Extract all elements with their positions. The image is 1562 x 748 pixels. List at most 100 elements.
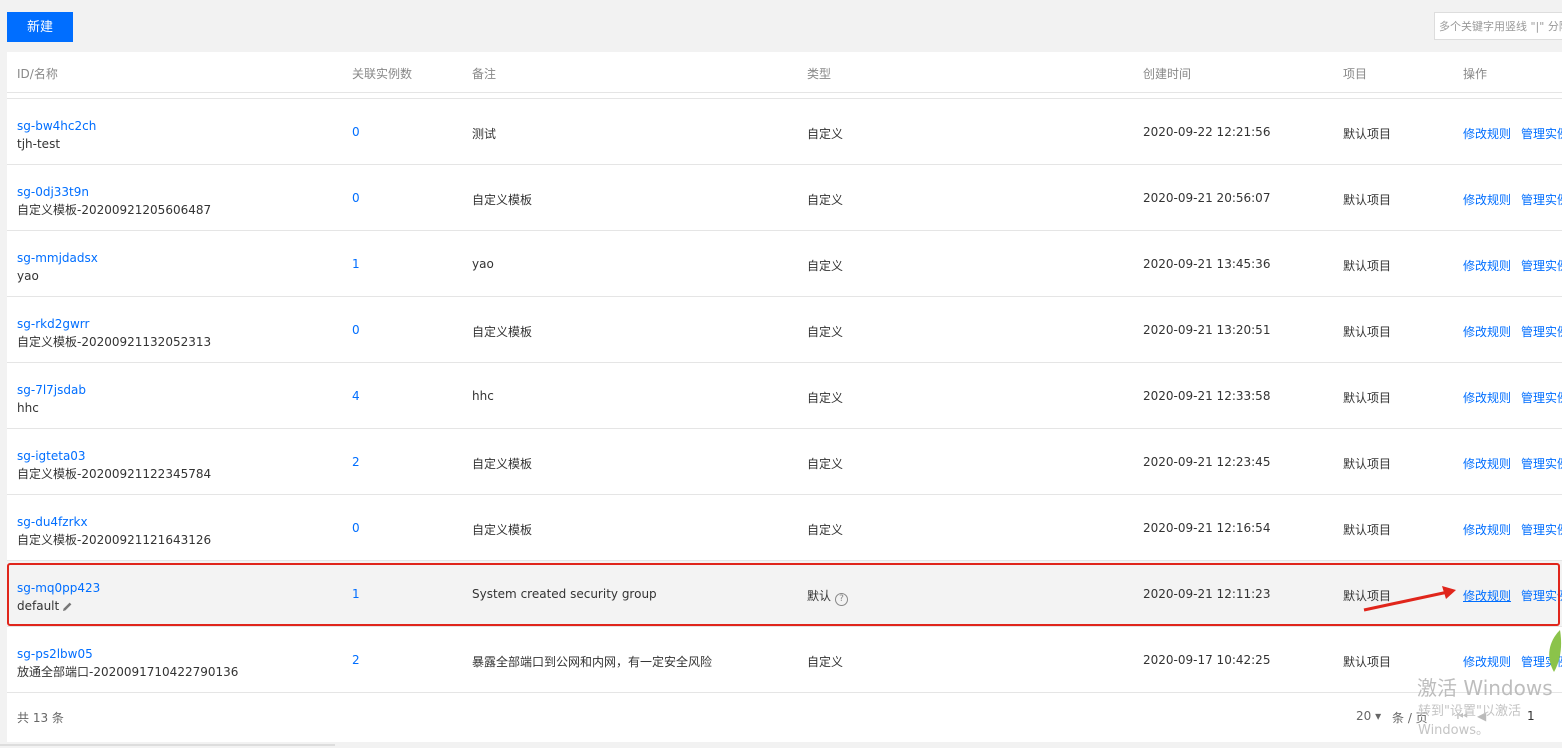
edit-rules-link[interactable]: 修改规则 [1463,259,1511,273]
created-time: 2020-09-21 12:33:58 [1143,389,1271,403]
table-header: ID/名称 关联实例数 备注 类型 创建时间 项目 操作 [7,52,1562,93]
header-project: 项目 [1343,67,1368,81]
horizontal-scrollbar[interactable] [0,744,335,746]
project-text: 默认项目 [1343,523,1392,537]
question-help-icon[interactable]: ? [835,593,849,606]
project-text: 默认项目 [1343,391,1392,405]
instance-count-link[interactable]: 0 [352,323,360,337]
manage-instances-link[interactable]: 管理实例 [1521,259,1562,273]
manage-instances-link[interactable]: 管理实例 [1521,127,1562,141]
note-text: 暴露全部端口到公网和内网，有一定安全风险 [472,655,713,669]
manage-instances-link[interactable]: 管理实例 [1521,457,1562,471]
table-row-default: sg-mq0pp423 default 1 System created sec… [7,561,1562,627]
security-group-id-link[interactable]: sg-ps2lbw05 [17,645,238,663]
project-text: 默认项目 [1343,457,1392,471]
manage-instances-link[interactable]: 管理实例 [1521,589,1562,603]
security-group-id-link[interactable]: sg-du4fzrkx [17,513,211,531]
project-text: 默认项目 [1343,655,1392,669]
manage-instances-link[interactable]: 管理实例 [1521,391,1562,405]
header-id-name: ID/名称 [17,67,58,81]
edit-rules-link[interactable]: 修改规则 [1463,523,1511,537]
toolbar: 新建 [0,0,1562,52]
created-time: 2020-09-21 12:11:23 [1143,587,1271,601]
note-text: 自定义模板 [472,457,533,471]
instance-count-link[interactable]: 1 [352,257,360,271]
security-group-id-link[interactable]: sg-mmjdadsx [17,249,98,267]
security-group-id-link[interactable]: sg-mq0pp423 [17,579,100,597]
type-text: 自定义 [807,325,844,339]
new-button[interactable]: 新建 [7,12,73,42]
page-number[interactable]: 1 [1527,709,1535,723]
prev-page-icon[interactable]: ◀ [1477,709,1486,723]
project-text: 默认项目 [1343,259,1392,273]
instance-count-link[interactable]: 0 [352,125,360,139]
page-size-value: 20 [1356,709,1372,723]
security-group-name: tjh-test [17,137,61,151]
project-text: 默认项目 [1343,127,1392,141]
project-text: 默认项目 [1343,325,1392,339]
first-page-icon[interactable]: ⏮ [1457,709,1468,724]
header-actions: 操作 [1463,67,1488,81]
edit-rules-link[interactable]: 修改规则 [1463,391,1511,405]
security-group-id-link[interactable]: sg-rkd2gwrr [17,315,211,333]
type-text: 自定义 [807,655,844,669]
manage-instances-link[interactable]: 管理实例 [1521,655,1562,669]
table-row: sg-igteta03 自定义模板-20200921122345784 2 自定… [7,429,1562,495]
created-time: 2020-09-21 13:45:36 [1143,257,1271,271]
project-text: 默认项目 [1343,589,1392,603]
manage-instances-link[interactable]: 管理实例 [1521,325,1562,339]
created-time: 2020-09-21 12:23:45 [1143,455,1271,469]
security-group-name: 自定义模板-20200921122345784 [17,467,212,481]
note-text: 自定义模板 [472,325,533,339]
created-time: 2020-09-21 20:56:07 [1143,191,1271,205]
header-note: 备注 [472,67,497,81]
header-type: 类型 [807,67,832,81]
security-group-name: 自定义模板-20200921205606487 [17,203,212,217]
edit-rules-link[interactable]: 修改规则 [1463,655,1511,669]
type-text: 自定义 [807,193,844,207]
manage-instances-link[interactable]: 管理实例 [1521,193,1562,207]
note-text: System created security group [472,587,657,601]
type-text: 自定义 [807,391,844,405]
note-text: yao [472,257,494,271]
header-count: 关联实例数 [352,67,413,81]
table-row: sg-du4fzrkx 自定义模板-20200921121643126 0 自定… [7,495,1562,561]
table-row: sg-mmjdadsx yao 1 yao 自定义 2020-09-21 13:… [7,231,1562,297]
instance-count-link[interactable]: 2 [352,653,360,667]
instance-count-link[interactable]: 1 [352,587,360,601]
security-group-name: hhc [17,401,39,415]
instance-count-link[interactable]: 0 [352,191,360,205]
type-text: 自定义 [807,457,844,471]
edit-rules-link[interactable]: 修改规则 [1463,325,1511,339]
note-text: 自定义模板 [472,523,533,537]
per-page-label: 条 / 页 [1392,711,1428,725]
table-row: sg-0dj33t9n 自定义模板-20200921205606487 0 自定… [7,165,1562,231]
security-group-id-link[interactable]: sg-igteta03 [17,447,211,465]
edit-rules-link[interactable]: 修改规则 [1463,127,1511,141]
caret-down-icon: ▾ [1375,709,1382,723]
manage-instances-link[interactable]: 管理实例 [1521,523,1562,537]
type-text: 自定义 [807,259,844,273]
search-input[interactable] [1434,12,1562,40]
security-group-name: default [17,599,60,613]
type-text: 自定义 [807,127,844,141]
security-group-id-link[interactable]: sg-0dj33t9n [17,183,211,201]
instance-count-link[interactable]: 0 [352,521,360,535]
security-group-id-link[interactable]: sg-bw4hc2ch [17,117,96,135]
created-time: 2020-09-17 10:42:25 [1143,653,1271,667]
edit-rules-link[interactable]: 修改规则 [1463,193,1511,207]
security-group-name: 放通全部端口-2020091710422790136 [17,665,239,679]
pencil-icon[interactable] [62,599,73,617]
security-group-name: 自定义模板-20200921121643126 [17,533,212,547]
security-group-table: ID/名称 关联实例数 备注 类型 创建时间 项目 操作 sg-bw4hc2ch… [7,52,1562,742]
edit-rules-link[interactable]: 修改规则 [1463,457,1511,471]
page-size-select[interactable]: 20 ▾ [1356,709,1381,723]
instance-count-link[interactable]: 4 [352,389,360,403]
type-text: 自定义 [807,523,844,537]
project-text: 默认项目 [1343,193,1392,207]
instance-count-link[interactable]: 2 [352,455,360,469]
edit-rules-link[interactable]: 修改规则 [1463,589,1511,603]
table-row: sg-ps2lbw05 放通全部端口-2020091710422790136 2… [7,627,1562,693]
security-group-id-link[interactable]: sg-7l7jsdab [17,381,86,399]
total-count: 共 13 条 [17,711,64,725]
